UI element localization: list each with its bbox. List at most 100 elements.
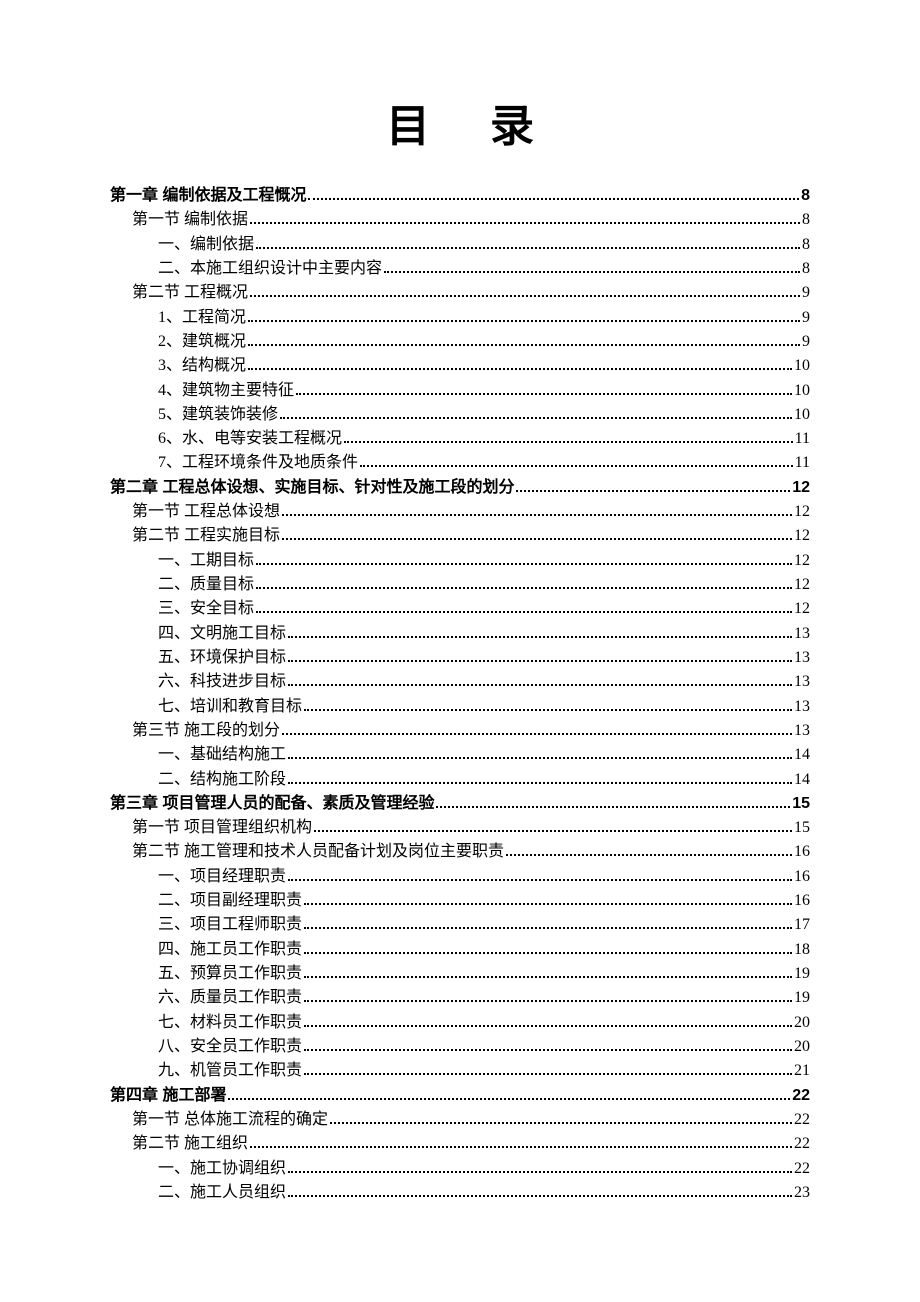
toc-entry-label: 4、建筑物主要特征: [158, 379, 294, 403]
toc-entry: 3、结构概况 10: [110, 354, 810, 378]
toc-entry-label: 2、建筑概况: [158, 330, 246, 354]
toc-entry: 三、安全目标 12: [110, 597, 810, 621]
toc-entry: 二、项目副经理职责16: [110, 889, 810, 913]
toc-entry: 第一节 编制依据8: [110, 208, 810, 232]
toc-leader-dots: [344, 441, 793, 443]
toc-entry-page: 11: [795, 427, 810, 451]
toc-leader-dots: [288, 636, 792, 638]
toc-entry-page: 12: [794, 573, 810, 597]
toc-leader-dots: [248, 344, 800, 346]
toc-entry-label: 三、安全目标: [158, 597, 254, 621]
toc-leader-dots: [308, 198, 799, 200]
toc-leader-dots: [250, 295, 800, 297]
toc-entry-page: 16: [794, 865, 810, 889]
toc-entry-label: 二、质量目标: [158, 573, 254, 597]
toc-leader-dots: [360, 465, 793, 467]
toc-entry-page: 12: [794, 500, 810, 524]
toc-entry: 一、项目经理职责 16: [110, 865, 810, 889]
toc-entry-page: 12: [794, 524, 810, 548]
toc-leader-dots: [506, 854, 792, 856]
toc-entry-page: 14: [794, 743, 810, 767]
toc-entry-label: 1、工程简况: [158, 306, 246, 330]
toc-entry: 五、环境保护目标13: [110, 646, 810, 670]
toc-entry: 六、质量员工作职责19: [110, 986, 810, 1010]
toc-entry-page: 8: [802, 257, 810, 281]
toc-entry-page: 8: [801, 184, 810, 208]
toc-leader-dots: [304, 903, 792, 905]
toc-entry-page: 13: [794, 622, 810, 646]
toc-entry-label: 3、结构概况: [158, 354, 246, 378]
toc-entry-label: 一、施工协调组织: [158, 1157, 286, 1181]
toc-entry-page: 10: [794, 403, 810, 427]
toc-entry-label: 六、质量员工作职责: [158, 986, 302, 1010]
toc-entry: 第二章 工程总体设想、实施目标、针对性及施工段的划分12: [110, 476, 810, 500]
toc-entry-page: 20: [794, 1011, 810, 1035]
toc-leader-dots: [280, 417, 792, 419]
toc-entry: 八、安全员工作职责20: [110, 1035, 810, 1059]
toc-leader-dots: [516, 490, 790, 492]
toc-entry-label: 第四章 施工部署: [110, 1084, 226, 1108]
toc-container: 第一章 编制依据及工程慨况8第一节 编制依据8一、编制依据8二、本施工组织设计中…: [110, 184, 810, 1205]
toc-entry-label: 六、科技进步目标: [158, 670, 286, 694]
toc-entry: 四、施工员工作职责18: [110, 938, 810, 962]
toc-entry: 4、建筑物主要特征 10: [110, 379, 810, 403]
toc-entry-label: 三、项目工程师职责: [158, 913, 302, 937]
toc-entry-label: 第一节 项目管理组织机构: [132, 816, 312, 840]
toc-entry-label: 一、项目经理职责: [158, 865, 286, 889]
toc-entry-page: 21: [794, 1059, 810, 1083]
toc-entry: 第一节 总体施工流程的确定22: [110, 1108, 810, 1132]
toc-leader-dots: [288, 757, 792, 759]
toc-entry: 五、预算员工作职责19: [110, 962, 810, 986]
toc-leader-dots: [248, 368, 792, 370]
toc-leader-dots: [304, 1073, 792, 1075]
toc-leader-dots: [304, 1049, 792, 1051]
toc-entry: 5、建筑装饰装修 10: [110, 403, 810, 427]
toc-entry-page: 17: [794, 913, 810, 937]
toc-entry: 第二节 施工组织22: [110, 1132, 810, 1156]
toc-entry-page: 9: [802, 330, 810, 354]
toc-entry-label: 一、编制依据: [158, 233, 254, 257]
toc-entry-label: 5、建筑装饰装修: [158, 403, 278, 427]
toc-entry-page: 20: [794, 1035, 810, 1059]
toc-entry: 第一章 编制依据及工程慨况8: [110, 184, 810, 208]
toc-entry-label: 七、培训和教育目标: [158, 695, 302, 719]
toc-leader-dots: [304, 976, 792, 978]
toc-entry-label: 二、结构施工阶段: [158, 768, 286, 792]
toc-leader-dots: [256, 563, 792, 565]
toc-leader-dots: [288, 879, 792, 881]
toc-entry-label: 第一节 编制依据: [132, 208, 248, 232]
toc-entry: 第二节 工程概况9: [110, 281, 810, 305]
toc-leader-dots: [304, 709, 792, 711]
toc-entry-label: 第二章 工程总体设想、实施目标、针对性及施工段的划分: [110, 476, 514, 500]
toc-entry: 七、培训和教育目标13: [110, 695, 810, 719]
toc-leader-dots: [384, 271, 800, 273]
toc-entry-page: 22: [792, 1084, 810, 1108]
toc-entry: 第三章 项目管理人员的配备、素质及管理经验 15: [110, 792, 810, 816]
toc-entry-label: 七、材料员工作职责: [158, 1011, 302, 1035]
toc-leader-dots: [288, 1195, 792, 1197]
toc-leader-dots: [288, 1171, 792, 1173]
toc-entry: 第二节 施工管理和技术人员配备计划及岗位主要职责16: [110, 840, 810, 864]
toc-entry-label: 二、项目副经理职责: [158, 889, 302, 913]
toc-entry: 一、施工协调组织22: [110, 1157, 810, 1181]
toc-entry-page: 10: [794, 379, 810, 403]
toc-entry-label: 一、工期目标: [158, 549, 254, 573]
toc-entry-page: 12: [794, 597, 810, 621]
toc-entry: 6、水、电等安装工程概况 11: [110, 427, 810, 451]
toc-entry-page: 16: [794, 840, 810, 864]
toc-entry-label: 五、环境保护目标: [158, 646, 286, 670]
toc-entry-label: 6、水、电等安装工程概况: [158, 427, 342, 451]
toc-entry-label: 九、机管员工作职责: [158, 1059, 302, 1083]
toc-entry-page: 10: [794, 354, 810, 378]
toc-leader-dots: [304, 952, 792, 954]
toc-entry: 第四章 施工部署 22: [110, 1084, 810, 1108]
toc-entry-label: 五、预算员工作职责: [158, 962, 302, 986]
toc-entry: 四、文明施工目标13: [110, 622, 810, 646]
toc-entry-page: 9: [802, 306, 810, 330]
toc-entry-page: 15: [792, 792, 810, 816]
toc-leader-dots: [304, 927, 792, 929]
toc-entry-label: 第三章 项目管理人员的配备、素质及管理经验: [110, 792, 434, 816]
toc-title: 目录: [110, 90, 810, 154]
toc-leader-dots: [250, 1146, 792, 1148]
toc-leader-dots: [314, 830, 792, 832]
